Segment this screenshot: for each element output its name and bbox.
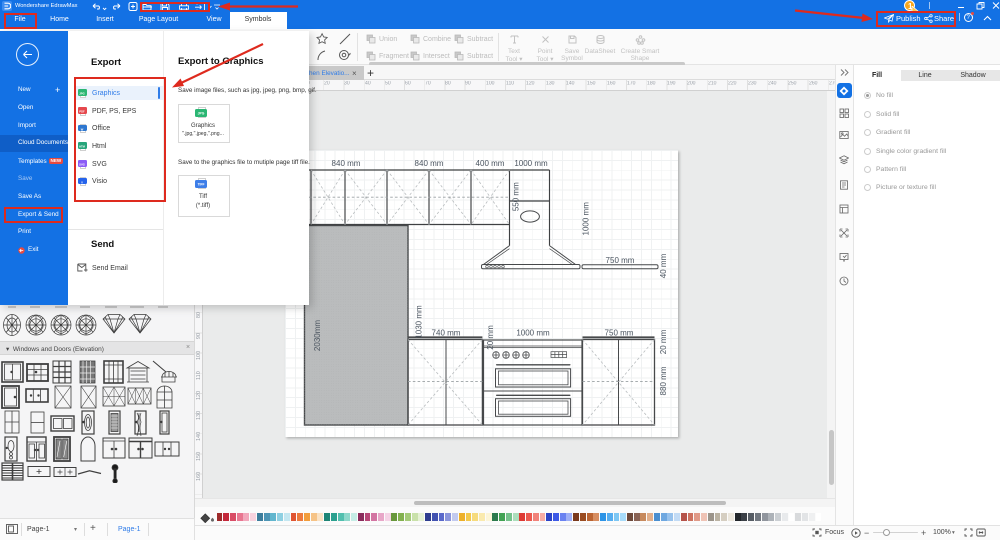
svg-text:740 mm: 740 mm (432, 329, 461, 338)
svg-text:750 mm: 750 mm (606, 256, 635, 265)
svg-text:1000 mm: 1000 mm (514, 159, 548, 168)
svg-text:1000 mm: 1000 mm (516, 329, 550, 338)
svg-text:1000 mm: 1000 mm (582, 202, 591, 236)
svg-text:2030mm: 2030mm (313, 320, 322, 351)
svg-text:880 mm: 880 mm (659, 366, 668, 395)
svg-text:840 mm: 840 mm (332, 159, 361, 168)
svg-text:20 mm: 20 mm (659, 329, 668, 354)
svg-text:1030 mm: 1030 mm (415, 305, 424, 339)
svg-text:400 mm: 400 mm (476, 159, 505, 168)
svg-text:550 mm: 550 mm (512, 182, 521, 211)
svg-text:20 mm: 20 mm (486, 325, 495, 350)
svg-text:840 mm: 840 mm (415, 159, 444, 168)
svg-text:40 mm: 40 mm (659, 253, 668, 278)
svg-text:750 mm: 750 mm (605, 329, 634, 338)
